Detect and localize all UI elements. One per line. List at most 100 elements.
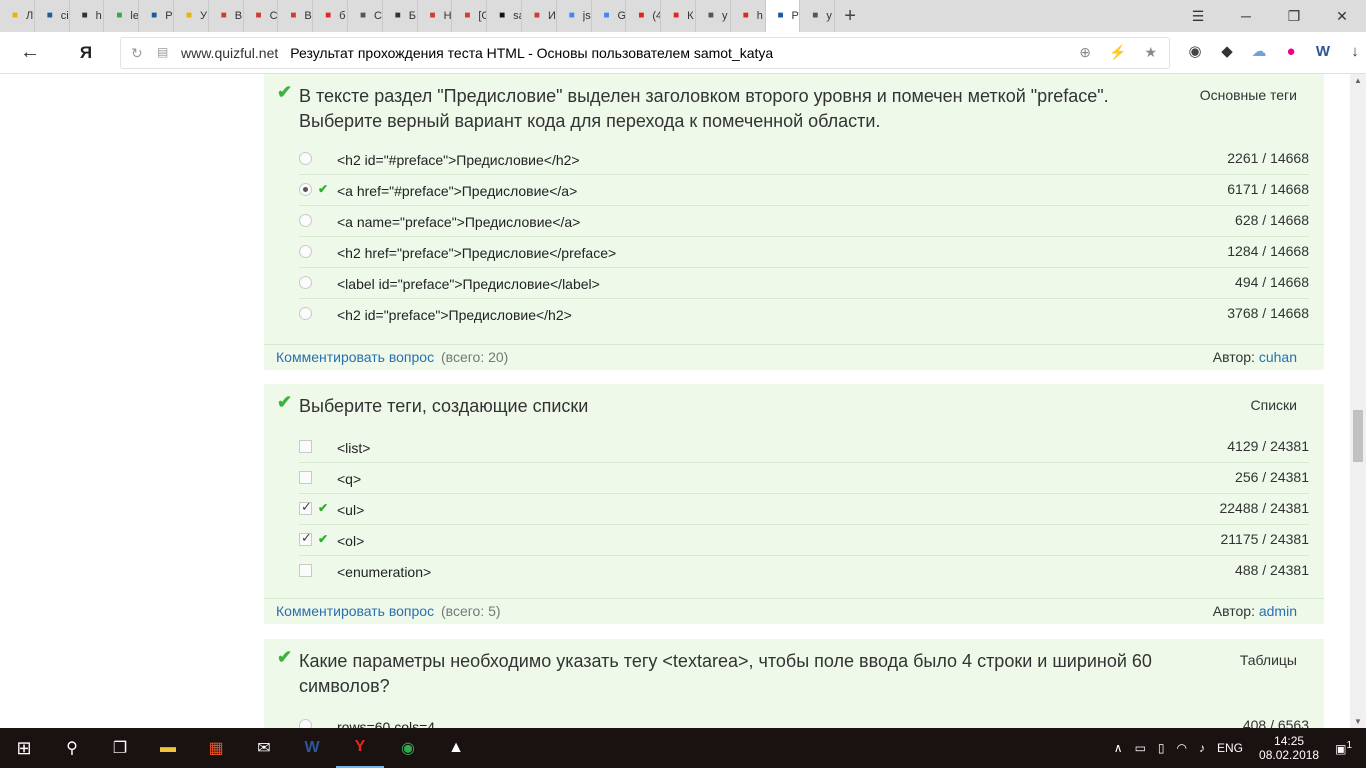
pocket-icon[interactable]: ◆ — [1216, 40, 1238, 62]
wifi-icon[interactable]: ◠ — [1177, 741, 1187, 755]
answer-row: <label id="preface">Предисловие</label> 4… — [299, 268, 1309, 299]
youtube-icon: ■ — [638, 10, 645, 21]
author: Автор: cuhan — [1213, 349, 1297, 365]
browser-tab[interactable]: ■ Н — [418, 0, 453, 32]
extension-icons: ◉ ◆ ☁ ● W ↓ — [1184, 40, 1366, 62]
author-link[interactable]: admin — [1259, 603, 1297, 619]
question-card: ✔ Выберите теги, создающие списки Списки… — [264, 384, 1324, 624]
lightbulb-icon[interactable]: ◉ — [1184, 40, 1206, 62]
author-link[interactable]: cuhan — [1259, 349, 1297, 365]
answer-radio[interactable] — [299, 307, 312, 320]
download-icon[interactable]: ↓ — [1344, 40, 1366, 62]
answer-checkbox[interactable] — [299, 499, 312, 515]
page-content: ✔ В тексте раздел "Предисловие" выделен … — [0, 74, 1350, 728]
browser-tab[interactable]: ■ sa — [487, 0, 522, 32]
answer-radio[interactable] — [299, 152, 312, 165]
scroll-up-arrow[interactable]: ▲ — [1354, 76, 1362, 85]
windows-start-icon[interactable]: ⊞ — [0, 728, 48, 768]
answer-radio[interactable] — [299, 719, 312, 728]
tray-expand-icon[interactable]: ∧ — [1114, 741, 1123, 755]
scroll-down-arrow[interactable]: ▼ — [1354, 717, 1362, 726]
word-app-icon[interactable]: W — [288, 728, 336, 768]
page-info-icon[interactable]: ▤ — [157, 45, 168, 59]
restore-button[interactable]: ❐ — [1270, 0, 1318, 32]
comment-question-link[interactable]: Комментировать вопрос — [276, 349, 434, 365]
search-icon[interactable]: ⚲ — [48, 728, 96, 768]
tab-label: Л — [26, 10, 34, 22]
correct-check-icon: ✔ — [277, 82, 293, 102]
browser-tab[interactable]: ■ (4 — [626, 0, 662, 32]
back-button[interactable]: ← — [10, 33, 50, 73]
correct-mark-icon: ✔ — [318, 182, 329, 196]
browser-tab[interactable]: ■ y — [696, 0, 731, 32]
browser-tab[interactable]: ■ У — [174, 0, 209, 32]
answer-checkbox[interactable] — [299, 440, 312, 453]
tab-label: sa — [513, 10, 521, 22]
new-tab-button[interactable]: + — [835, 5, 865, 28]
color-wheel-icon[interactable]: ● — [1280, 40, 1302, 62]
volume-icon[interactable]: ♪ — [1199, 741, 1205, 755]
answer-radio[interactable] — [299, 214, 312, 227]
browser-tab[interactable]: ■ le — [104, 0, 140, 32]
yandex-browser-icon[interactable]: Y — [336, 728, 384, 768]
comment-question-link[interactable]: Комментировать вопрос — [276, 603, 434, 619]
person-icon: ■ — [255, 10, 262, 21]
browser-tab[interactable]: ■ С — [348, 0, 383, 32]
person-icon: ■ — [220, 10, 227, 21]
mail-icon[interactable]: ✉ — [240, 728, 288, 768]
task-view-icon[interactable]: ❐ — [96, 728, 144, 768]
answer-row: <enumeration> 488 / 24381 — [299, 556, 1309, 587]
battery-icon[interactable]: ▯ — [1158, 741, 1165, 755]
browser-tab[interactable]: ■ К — [661, 0, 696, 32]
address-bar[interactable]: ↻ ▤ www.quizful.net Результат прохождени… — [120, 37, 1170, 69]
clock[interactable]: 14:25 08.02.2018 — [1259, 734, 1319, 762]
browser-tab[interactable]: ■ h — [731, 0, 766, 32]
scrollbar-thumb[interactable] — [1353, 410, 1363, 462]
network-icon[interactable]: ▭ — [1135, 741, 1146, 755]
answer-row: ✔ <ol> 21175 / 24381 — [299, 525, 1309, 556]
close-button[interactable]: ✕ — [1318, 0, 1366, 32]
answer-checkbox[interactable] — [299, 564, 312, 577]
yandex-icon: ■ — [325, 10, 332, 21]
yandex-home-button[interactable]: Я — [66, 33, 106, 73]
store-icon[interactable]: ▦ — [192, 728, 240, 768]
vertical-scrollbar[interactable]: ▲ ▼ — [1350, 74, 1366, 728]
turbo-icon[interactable]: ⚡ — [1109, 44, 1126, 61]
browser-tab[interactable]: ■ И — [522, 0, 557, 32]
answer-text: <ol> — [337, 533, 365, 549]
answer-radio[interactable] — [299, 245, 312, 258]
ph-icon: ■ — [429, 10, 436, 21]
browser-tab[interactable]: ■ js — [557, 0, 592, 32]
answer-radio[interactable] — [299, 276, 312, 289]
browser-tab[interactable]: ■ Б — [383, 0, 418, 32]
answer-stat: 21175 / 24381 — [1220, 531, 1310, 547]
answer-checkbox[interactable] — [299, 530, 312, 546]
photos-icon[interactable]: ▲ — [432, 728, 480, 768]
browser-tab[interactable]: ■ h — [70, 0, 105, 32]
browser-tab[interactable]: ■ y — [800, 0, 836, 32]
browser-tab[interactable]: ■ б — [313, 0, 348, 32]
word-icon[interactable]: W — [1312, 40, 1334, 62]
question-card: ✔ В тексте раздел "Предисловие" выделен … — [264, 74, 1324, 370]
notifications-icon[interactable]: ▣1 — [1335, 740, 1352, 756]
refresh-icon[interactable]: ↻ — [131, 45, 143, 62]
answer-radio[interactable] — [299, 183, 312, 196]
answer-checkbox[interactable] — [299, 471, 312, 484]
browser-tab[interactable]: ■ [С — [452, 0, 488, 32]
browser-tab[interactable]: ■ С — [244, 0, 279, 32]
browser-tab[interactable]: ■ G — [592, 0, 627, 32]
language-indicator[interactable]: ENG — [1217, 741, 1243, 755]
browser-tab[interactable]: ■ Л — [0, 0, 35, 32]
browser-tab[interactable]: ■ Р — [139, 0, 174, 32]
file-explorer-icon[interactable]: ▬ — [144, 728, 192, 768]
menu-icon[interactable]: ☰ — [1174, 0, 1222, 32]
browser-tab[interactable]: ■ cisco w — [35, 0, 70, 32]
bookmark-star-icon[interactable]: ★ — [1144, 44, 1157, 61]
translate-icon[interactable]: ⊕ — [1079, 44, 1091, 61]
chrome-icon[interactable]: ◉ — [384, 728, 432, 768]
cloud-icon[interactable]: ☁ — [1248, 40, 1270, 62]
browser-tab[interactable]: ■ В — [278, 0, 314, 32]
minimize-button[interactable]: ─ — [1222, 0, 1270, 32]
browser-tab[interactable]: ■ Р — [765, 0, 801, 32]
browser-tab[interactable]: ■ В — [209, 0, 244, 32]
